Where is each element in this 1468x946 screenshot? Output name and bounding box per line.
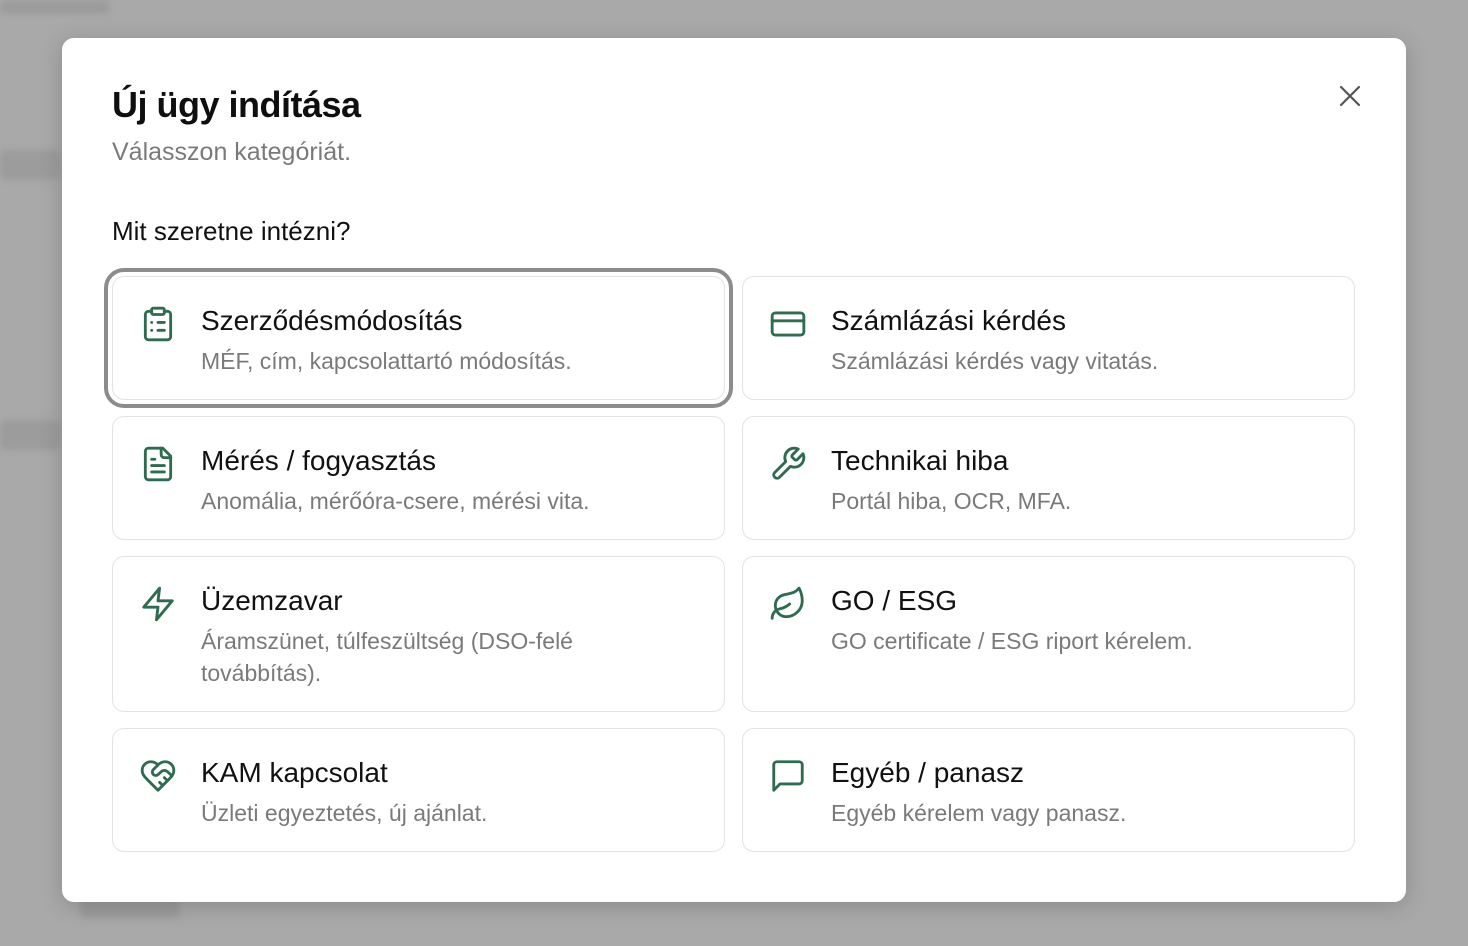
category-title: GO / ESG: [831, 585, 958, 616]
category-description: Egyéb kérelem vagy panasz.: [831, 800, 1127, 826]
category-card-technical-issue[interactable]: Technikai hiba Portál hiba, OCR, MFA.: [742, 416, 1355, 540]
backdrop-blur-shape: [0, 0, 110, 14]
category-title: KAM kapcsolat: [201, 757, 388, 788]
handshake-heart-icon: [139, 757, 177, 795]
dialog-subtitle: Válasszon kategóriát.: [112, 138, 352, 166]
category-card-metering[interactable]: Mérés / fogyasztás Anomália, mérőóra-cse…: [112, 416, 725, 540]
category-card-contract-change[interactable]: Szerződésmódosítás MÉF, cím, kapcsolatta…: [104, 268, 733, 408]
close-button[interactable]: [1332, 78, 1368, 114]
category-description: GO certificate / ESG riport kérelem.: [831, 628, 1193, 654]
message-square-icon: [769, 757, 807, 795]
category-question: Mit szeretne intézni?: [112, 216, 351, 246]
category-card-go-esg[interactable]: GO / ESG GO certificate / ESG riport kér…: [742, 556, 1355, 712]
clipboard-list-icon: [139, 305, 177, 343]
category-description: Áramszünet, túlfeszültség (DSO-felé tová…: [201, 628, 573, 686]
credit-card-icon: [769, 305, 807, 343]
category-title: Mérés / fogyasztás: [201, 445, 436, 476]
dialog-title: Új ügy indítása: [112, 84, 361, 125]
zap-icon: [139, 585, 177, 623]
file-text-icon: [139, 445, 177, 483]
backdrop-blur-shape: [0, 150, 60, 180]
category-card-kam[interactable]: KAM kapcsolat Üzleti egyeztetés, új aján…: [112, 728, 725, 852]
category-title: Számlázási kérdés: [831, 305, 1066, 336]
category-card-outage[interactable]: Üzemzavar Áramszünet, túlfeszültség (DSO…: [112, 556, 725, 712]
category-title: Üzemzavar: [201, 585, 343, 616]
category-description: Számlázási kérdés vagy vitatás.: [831, 348, 1159, 374]
wrench-icon: [769, 445, 807, 483]
category-card-billing[interactable]: Számlázási kérdés Számlázási kérdés vagy…: [742, 276, 1355, 400]
leaf-icon: [769, 585, 807, 623]
category-description: MÉF, cím, kapcsolattartó módosítás.: [201, 348, 572, 374]
category-card-other-complaint[interactable]: Egyéb / panasz Egyéb kérelem vagy panasz…: [742, 728, 1355, 852]
category-description: Üzleti egyeztetés, új ajánlat.: [201, 800, 488, 826]
close-icon: [1339, 85, 1361, 107]
category-description: Portál hiba, OCR, MFA.: [831, 488, 1072, 514]
category-description: Anomália, mérőóra-csere, mérési vita.: [201, 488, 590, 514]
backdrop-blur-shape: [0, 420, 60, 450]
category-title: Szerződésmódosítás: [201, 305, 463, 336]
category-title: Technikai hiba: [831, 445, 1009, 476]
new-case-dialog: Új ügy indítása Válasszon kategóriát. Mi…: [62, 38, 1406, 902]
category-title: Egyéb / panasz: [831, 757, 1025, 788]
